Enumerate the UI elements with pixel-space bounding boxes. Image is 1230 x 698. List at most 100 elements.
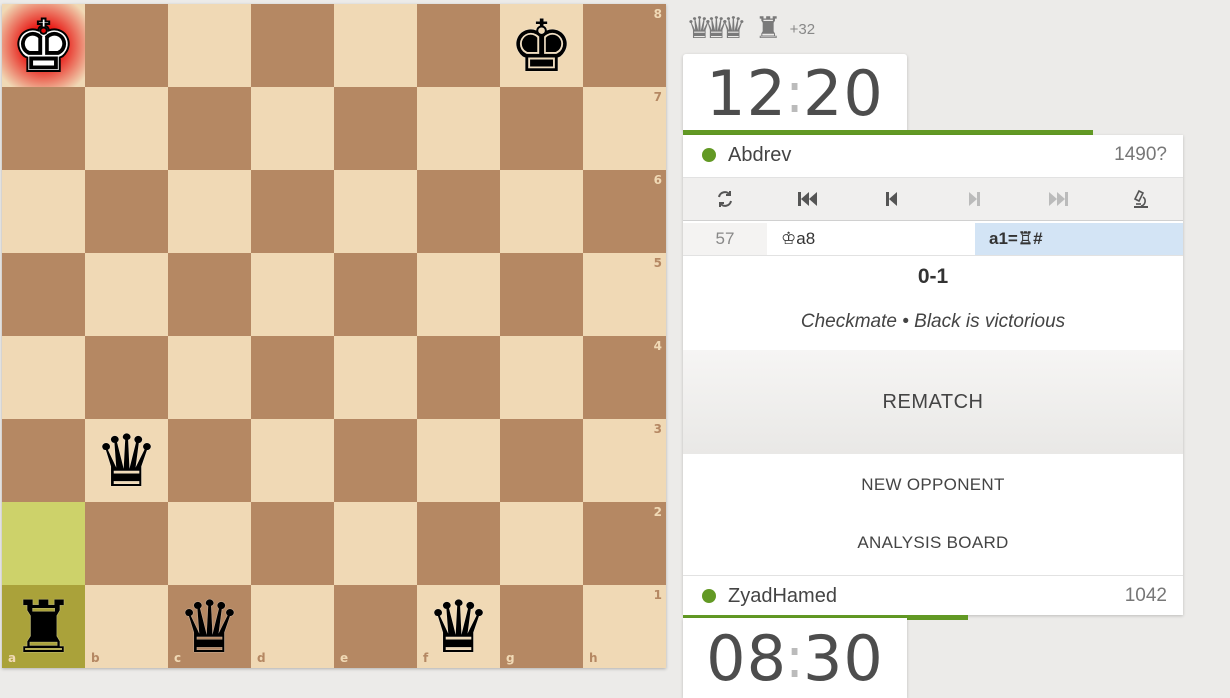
rematch-button[interactable]: REMATCH xyxy=(683,350,1183,454)
self-clock: 08:30 xyxy=(683,618,907,698)
square-a7[interactable] xyxy=(2,87,85,170)
next-move-icon xyxy=(968,192,980,206)
square-h8[interactable]: 8 xyxy=(583,4,666,87)
square-f4[interactable] xyxy=(417,336,500,419)
square-h7[interactable]: 7 xyxy=(583,87,666,170)
analysis-button[interactable] xyxy=(1100,178,1183,220)
square-c3[interactable] xyxy=(168,419,251,502)
square-d6[interactable] xyxy=(251,170,334,253)
black-queen-icon[interactable]: ♛ xyxy=(168,585,251,668)
square-f7[interactable] xyxy=(417,87,500,170)
square-b4[interactable] xyxy=(85,336,168,419)
square-d2[interactable] xyxy=(251,502,334,585)
last-move-button[interactable] xyxy=(1016,178,1099,220)
square-e4[interactable] xyxy=(334,336,417,419)
square-b8[interactable] xyxy=(85,4,168,87)
square-g7[interactable] xyxy=(500,87,583,170)
new-opponent-button[interactable]: NEW OPPONENT xyxy=(683,465,1183,505)
microscope-icon xyxy=(1134,189,1149,208)
square-a2[interactable] xyxy=(2,502,85,585)
square-e6[interactable] xyxy=(334,170,417,253)
game-status: Checkmate • Black is victorious xyxy=(800,311,1066,332)
move-navigation-bar xyxy=(683,177,1183,221)
file-label: e xyxy=(340,651,349,665)
square-d8[interactable] xyxy=(251,4,334,87)
clock-seconds: 20 xyxy=(802,56,884,130)
file-label: b xyxy=(91,651,100,665)
move-number: 57 xyxy=(683,223,767,255)
file-label: g xyxy=(506,651,515,665)
black-queen-icon[interactable]: ♛ xyxy=(417,585,500,668)
square-a5[interactable] xyxy=(2,253,85,336)
square-a8[interactable]: ♚ xyxy=(2,4,85,87)
player-rating: 1490? xyxy=(1114,144,1167,165)
square-c4[interactable] xyxy=(168,336,251,419)
square-b7[interactable] xyxy=(85,87,168,170)
square-a1[interactable]: a ♜ xyxy=(2,585,85,668)
square-d3[interactable] xyxy=(251,419,334,502)
square-c5[interactable] xyxy=(168,253,251,336)
game-result: 0-1 xyxy=(917,265,949,288)
square-g1[interactable]: g xyxy=(500,585,583,668)
square-a6[interactable] xyxy=(2,170,85,253)
black-queen-icon[interactable]: ♛ xyxy=(85,419,168,502)
square-g8[interactable]: ♚ xyxy=(500,4,583,87)
square-a3[interactable] xyxy=(2,419,85,502)
square-g2[interactable] xyxy=(500,502,583,585)
rank-label: 4 xyxy=(653,339,662,353)
previous-move-icon xyxy=(886,192,898,206)
chess-board[interactable]: ♚ ♚ 8 7 6 5 4 ♛ 3 2 a ♜ b c ♛ d e f ♛ g 1 h xyxy=(2,4,666,668)
square-c8[interactable] xyxy=(168,4,251,87)
square-d4[interactable] xyxy=(251,336,334,419)
analysis-board-button[interactable]: ANALYSIS BOARD xyxy=(683,523,1183,563)
square-b2[interactable] xyxy=(85,502,168,585)
flip-board-button[interactable] xyxy=(683,178,766,220)
square-d1[interactable]: d xyxy=(251,585,334,668)
square-f3[interactable] xyxy=(417,419,500,502)
square-h1[interactable]: 1h xyxy=(583,585,666,668)
square-g3[interactable] xyxy=(500,419,583,502)
square-d7[interactable] xyxy=(251,87,334,170)
square-e8[interactable] xyxy=(334,4,417,87)
square-f5[interactable] xyxy=(417,253,500,336)
first-move-button[interactable] xyxy=(766,178,849,220)
black-king-icon[interactable]: ♚ xyxy=(500,4,583,87)
square-a4[interactable] xyxy=(2,336,85,419)
square-c7[interactable] xyxy=(168,87,251,170)
opponent-player-row: Abdrev 1490? xyxy=(683,135,1183,175)
player-name[interactable]: Abdrev xyxy=(728,144,1114,167)
square-e1[interactable]: e xyxy=(334,585,417,668)
square-c1[interactable]: c ♛ xyxy=(168,585,251,668)
player-name[interactable]: ZyadHamed xyxy=(728,585,1125,608)
square-h6[interactable]: 6 xyxy=(583,170,666,253)
square-g4[interactable] xyxy=(500,336,583,419)
square-e7[interactable] xyxy=(334,87,417,170)
move-black-active[interactable]: a1=♖# xyxy=(975,223,1183,255)
clock-minutes: 12 xyxy=(706,56,788,130)
white-king-icon[interactable]: ♚ xyxy=(2,4,85,87)
square-b1[interactable]: b xyxy=(85,585,168,668)
square-f1[interactable]: f ♛ xyxy=(417,585,500,668)
square-f2[interactable] xyxy=(417,502,500,585)
square-c2[interactable] xyxy=(168,502,251,585)
square-b6[interactable] xyxy=(85,170,168,253)
square-g6[interactable] xyxy=(500,170,583,253)
black-rook-icon[interactable]: ♜ xyxy=(2,585,85,668)
square-e5[interactable] xyxy=(334,253,417,336)
next-move-button[interactable] xyxy=(933,178,1016,220)
square-b3[interactable]: ♛ xyxy=(85,419,168,502)
square-d5[interactable] xyxy=(251,253,334,336)
move-white[interactable]: ♔a8 xyxy=(767,223,975,255)
previous-move-button[interactable] xyxy=(850,178,933,220)
square-f6[interactable] xyxy=(417,170,500,253)
square-h5[interactable]: 5 xyxy=(583,253,666,336)
square-c6[interactable] xyxy=(168,170,251,253)
square-g5[interactable] xyxy=(500,253,583,336)
square-h2[interactable]: 2 xyxy=(583,502,666,585)
square-h3[interactable]: 3 xyxy=(583,419,666,502)
square-f8[interactable] xyxy=(417,4,500,87)
square-h4[interactable]: 4 xyxy=(583,336,666,419)
square-e2[interactable] xyxy=(334,502,417,585)
square-b5[interactable] xyxy=(85,253,168,336)
square-e3[interactable] xyxy=(334,419,417,502)
